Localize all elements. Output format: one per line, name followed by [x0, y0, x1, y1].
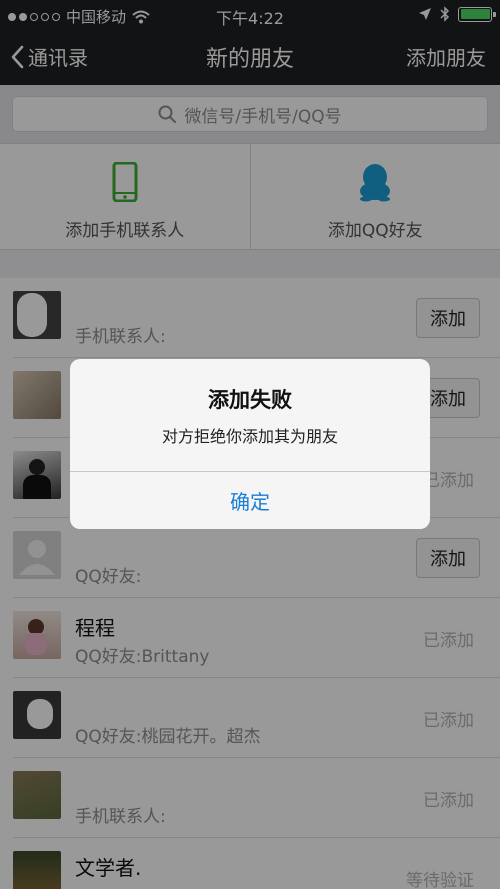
alert-dialog: 添加失败 对方拒绝你添加其为朋友 确定 — [70, 359, 430, 529]
confirm-button[interactable]: 确定 — [70, 472, 430, 529]
alert-message: 对方拒绝你添加其为朋友 — [161, 427, 338, 446]
alert-title: 添加失败 — [208, 388, 292, 412]
